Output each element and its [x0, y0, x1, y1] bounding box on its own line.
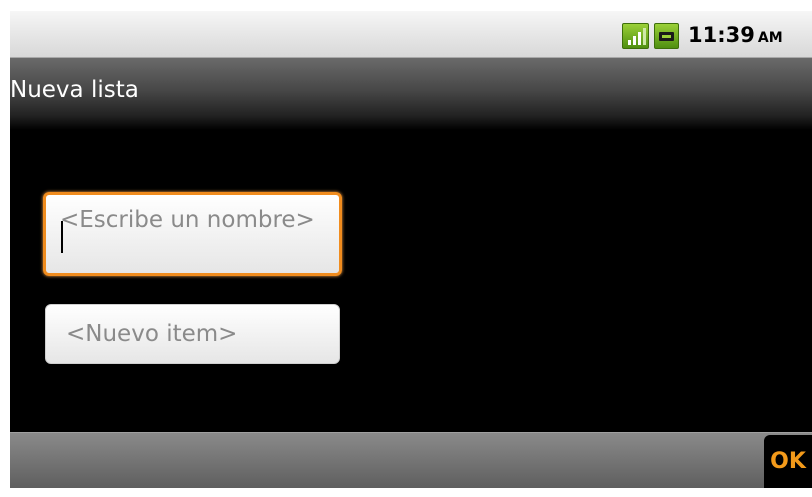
status-clock: 11:39 AM	[688, 20, 783, 50]
list-name-placeholder: <Escribe un nombre>	[60, 207, 315, 233]
battery-charging-icon	[654, 23, 679, 49]
title-bar: Nueva lista	[10, 58, 812, 130]
ok-button[interactable]: OK	[764, 435, 812, 488]
new-item-placeholder: <Nuevo item>	[66, 321, 238, 347]
new-item-input[interactable]: <Nuevo item>	[45, 304, 340, 364]
clock-ampm: AM	[757, 30, 783, 46]
text-cursor	[61, 221, 63, 253]
page-title: Nueva lista	[10, 77, 139, 103]
bottom-action-bar: OK	[10, 432, 812, 488]
device-screen: 11:39 AM Nueva lista <Escribe un nombre> …	[10, 11, 812, 488]
signal-strength-icon	[622, 23, 649, 49]
list-name-input[interactable]: <Escribe un nombre>	[43, 192, 342, 276]
clock-time: 11:39	[688, 23, 755, 47]
status-bar: 11:39 AM	[10, 11, 812, 58]
